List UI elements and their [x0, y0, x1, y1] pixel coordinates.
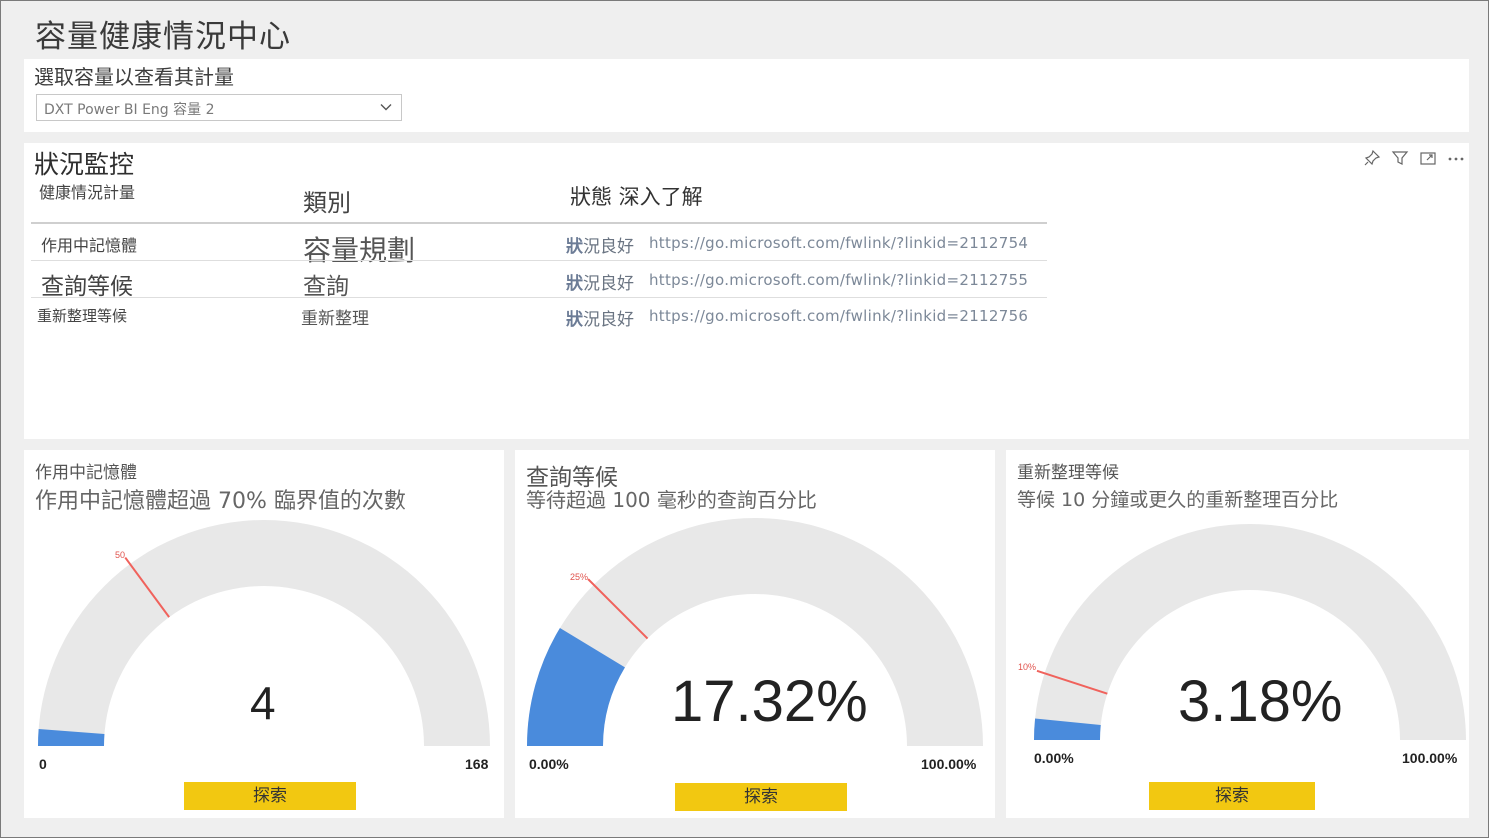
gauge-chart[interactable] [24, 450, 504, 818]
explore-button[interactable]: 探索 [184, 782, 356, 810]
table-row-metric: 重新整理等候 [37, 307, 128, 325]
header-divider [31, 222, 1047, 224]
row-divider [31, 297, 1047, 298]
gauge-chart[interactable] [1006, 450, 1469, 818]
gauge-target-label: 10% [1018, 662, 1037, 672]
explore-button[interactable]: 探索 [675, 783, 847, 811]
table-row-metric: 查詢等候 [41, 274, 133, 300]
capacity-dropdown[interactable]: DXT Power BI Eng 容量 2 [36, 94, 402, 121]
column-header-category[interactable]: 類別 [303, 183, 351, 218]
gauge-card-refresh: 重新整理等候 等候 10 分鐘或更久的重新整理百分比 3.18% 10% 0.0… [1006, 450, 1469, 818]
row-divider [31, 260, 1047, 261]
gauge-max-label: 100.00% [1402, 750, 1458, 766]
focus-mode-icon[interactable] [1419, 149, 1437, 167]
table-row-link[interactable]: https://go.microsoft.com/fwlink/?linkid=… [649, 307, 1028, 325]
status-title: 狀況監控 [34, 150, 135, 179]
table-row-metric: 作用中記憶體 [41, 236, 138, 255]
explore-button[interactable]: 探索 [1149, 782, 1315, 810]
table-row-category: 查詢 [303, 274, 349, 300]
gauge-value: 4 [250, 677, 276, 729]
capacity-dropdown-value: DXT Power BI Eng 容量 2 [44, 102, 215, 118]
column-header-status[interactable]: 狀態 深入了解 [570, 181, 703, 211]
report-canvas: 容量健康情況中心 選取容量以查看其計量 DXT Power BI Eng 容量 … [0, 0, 1489, 838]
gauge-max-label: 100.00% [921, 756, 977, 772]
page-title: 容量健康情況中心 [35, 19, 291, 55]
table-row-status: 狀況良好 [566, 274, 634, 294]
gauge-value: 17.32% [671, 669, 868, 734]
gauge-min-label: 0.00% [1034, 750, 1074, 766]
column-header-metric[interactable]: 健康情況計量 [39, 179, 135, 203]
table-row-category: 重新整理 [301, 309, 369, 329]
gauge-card-query: 查詢等候 等待超過 100 毫秒的查詢百分比 17.32% 25% 0.00% … [515, 450, 995, 818]
table-row-status: 狀況良好 [566, 310, 634, 330]
table-row-link[interactable]: https://go.microsoft.com/fwlink/?linkid=… [649, 234, 1028, 252]
capacity-selector-card: 選取容量以查看其計量 DXT Power BI Eng 容量 2 [24, 59, 1469, 132]
table-row-category: 容量規劃 [303, 234, 416, 267]
gauge-min-label: 0 [39, 756, 47, 772]
gauge-value: 3.18% [1178, 669, 1343, 734]
selector-label: 選取容量以查看其計量 [34, 65, 234, 89]
chevron-down-icon [380, 104, 392, 111]
gauge-target-label: 25% [570, 572, 589, 582]
filter-icon[interactable] [1391, 149, 1409, 167]
gauge-card-memory: 作用中記憶體 作用中記憶體超過 70% 臨界值的次數 4 50 0 168 探索 [24, 450, 504, 818]
gauge-min-label: 0.00% [529, 756, 569, 772]
gauge-max-label: 168 [465, 756, 489, 772]
pin-icon[interactable] [1363, 149, 1381, 167]
more-options-icon[interactable] [1447, 149, 1465, 167]
status-monitoring-card: 狀況監控 健康情況計量 類別 狀態 深入了解 作用中記憶體 容量規劃 狀況良好 [24, 143, 1469, 439]
table-row-link[interactable]: https://go.microsoft.com/fwlink/?linkid=… [649, 271, 1028, 289]
gauge-target-label: 50 [115, 550, 126, 560]
table-row-status: 狀況良好 [566, 237, 634, 257]
visual-header-icons [1363, 149, 1465, 167]
